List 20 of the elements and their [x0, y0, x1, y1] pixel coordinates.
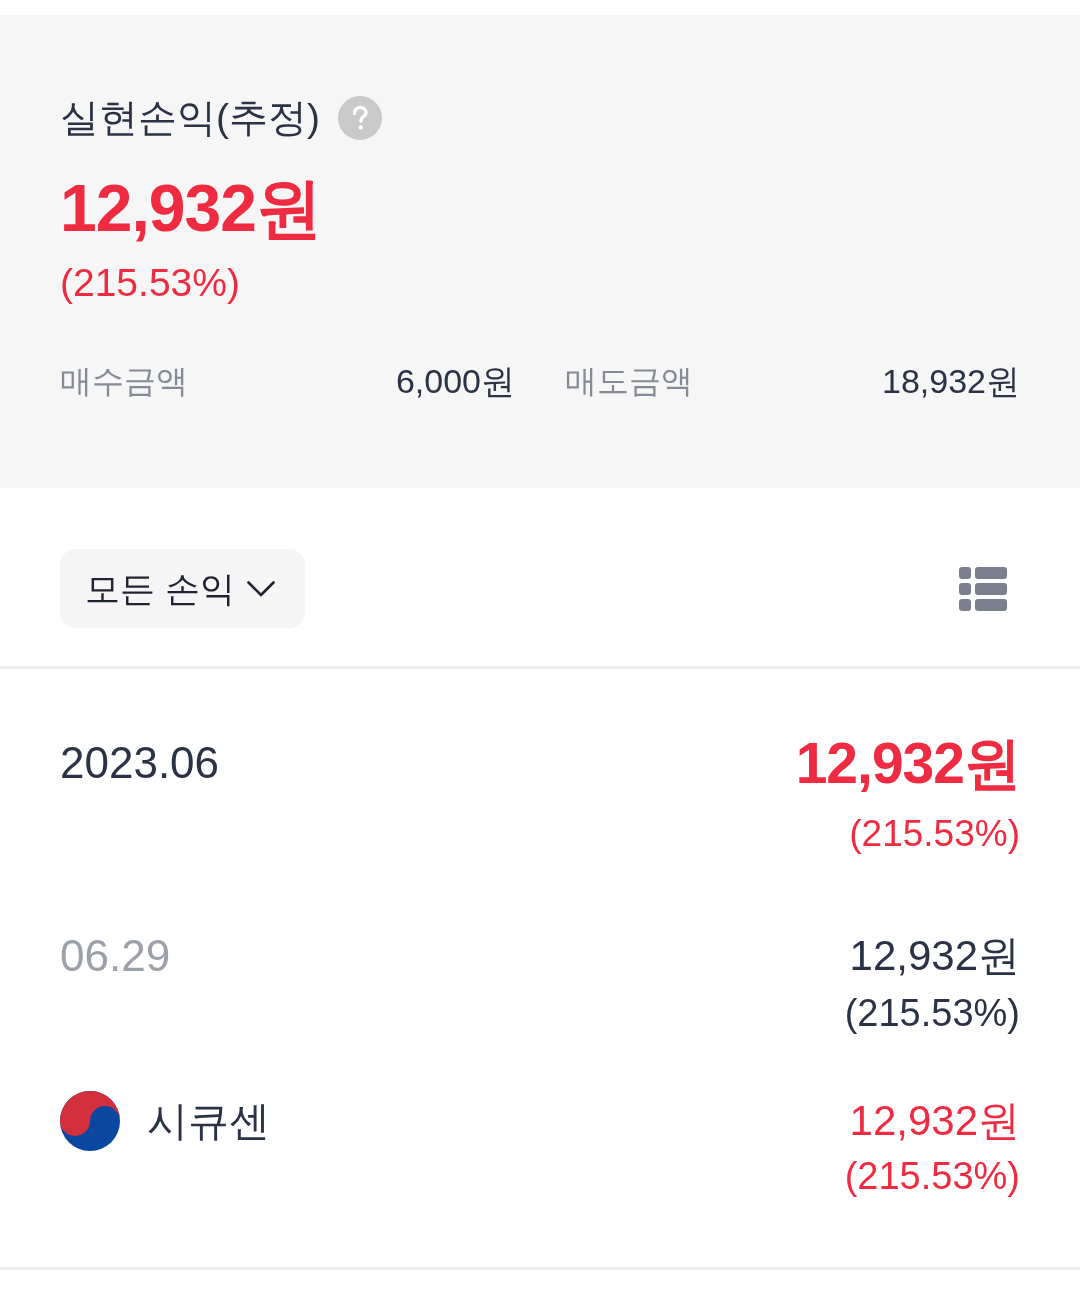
profit-rate: (215.53%)	[844, 1154, 1020, 1199]
profit-amount: 12,932원	[60, 173, 321, 243]
stat-label: 매도금액	[565, 362, 693, 401]
stock-name[interactable]: 시큐센	[147, 1096, 270, 1146]
chevron-down-icon	[246, 580, 275, 597]
stat-label: 매수금액	[60, 362, 188, 401]
date-label: 06.29	[60, 931, 171, 981]
stat-value: 18,932원	[882, 361, 1020, 402]
taegeuk-flag-icon	[60, 1091, 120, 1151]
list-view-icon[interactable]	[959, 565, 1007, 612]
summary-title: 실현손익(추정)	[60, 95, 320, 141]
stat-value: 6,000원	[395, 361, 515, 402]
profit-amount: 12,932원	[795, 733, 1020, 793]
profit-rate: (215.53%)	[60, 260, 240, 306]
month-label: 2023.06	[60, 737, 220, 789]
profit-amount: 12,932원	[849, 931, 1020, 981]
profit-rate: (215.53%)	[844, 991, 1020, 1036]
filter-dropdown[interactable]: 모든 손익	[60, 549, 305, 628]
profit-rate: (215.53%)	[849, 812, 1020, 856]
profit-amount: 12,932원	[849, 1096, 1020, 1146]
